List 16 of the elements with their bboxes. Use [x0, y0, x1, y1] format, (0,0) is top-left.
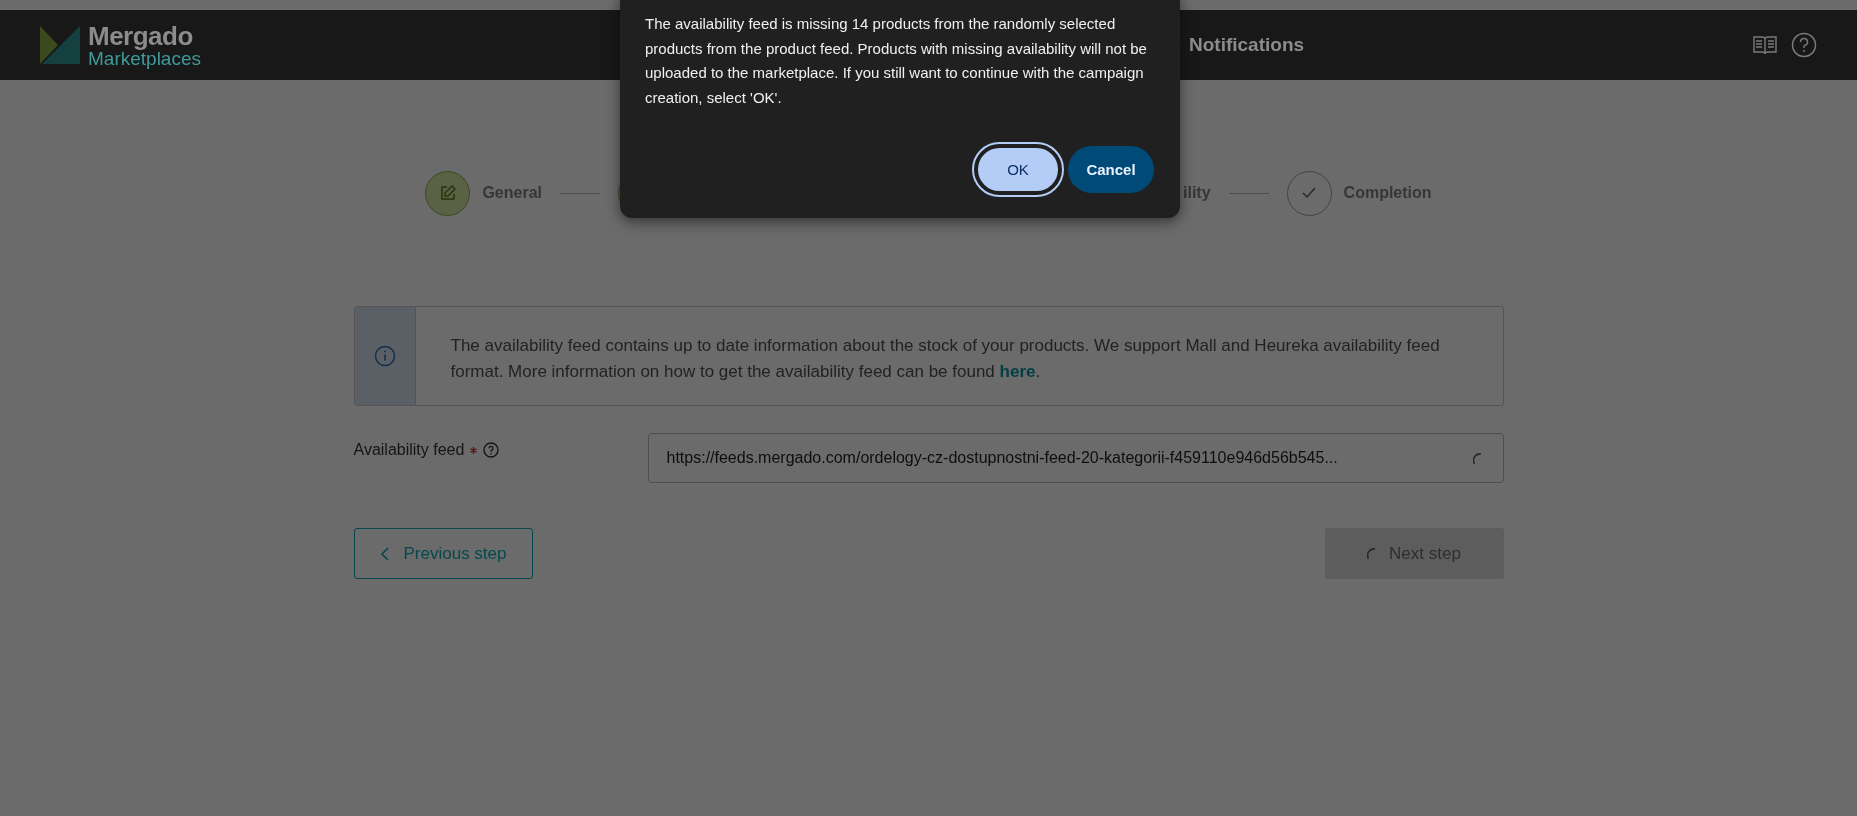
- availability-feed-field[interactable]: https://feeds.mergado.com/ordelogy-cz-dostupnostni-feed-20-kategorii-f459110e946d56b545...: [647, 433, 1504, 483]
- edit-icon: [438, 184, 457, 202]
- logo-title: Mergado: [88, 22, 194, 49]
- info-icon: [373, 345, 396, 367]
- notifications-link[interactable]: Notifications: [1189, 34, 1305, 56]
- help-icon[interactable]: [1791, 32, 1817, 58]
- previous-step-button[interactable]: Previous step: [353, 528, 533, 579]
- book-icon[interactable]: [1753, 35, 1777, 55]
- dialog-message: The availability feed is missing 14 products from the randomly selected products from the product feed. Products with missing availability will not be uploaded to the marketplace. If you still want to continue with the campaign creation, select 'OK'.: [645, 14, 1148, 108]
- logo-icon: [40, 26, 80, 64]
- dialog-button[interactable]: Cancel: [1068, 146, 1154, 193]
- help-icon[interactable]: [483, 442, 500, 458]
- chevron-left-icon: [379, 545, 390, 562]
- here-link[interactable]: here: [999, 362, 1036, 381]
- field-label: Availability feed: [353, 441, 465, 459]
- info-text: The availability feed contains up to date information about the stock of your products. We support Mall and Heureka availability feed format. More information on how to get the availability feed can be found here.: [449, 335, 1441, 383]
